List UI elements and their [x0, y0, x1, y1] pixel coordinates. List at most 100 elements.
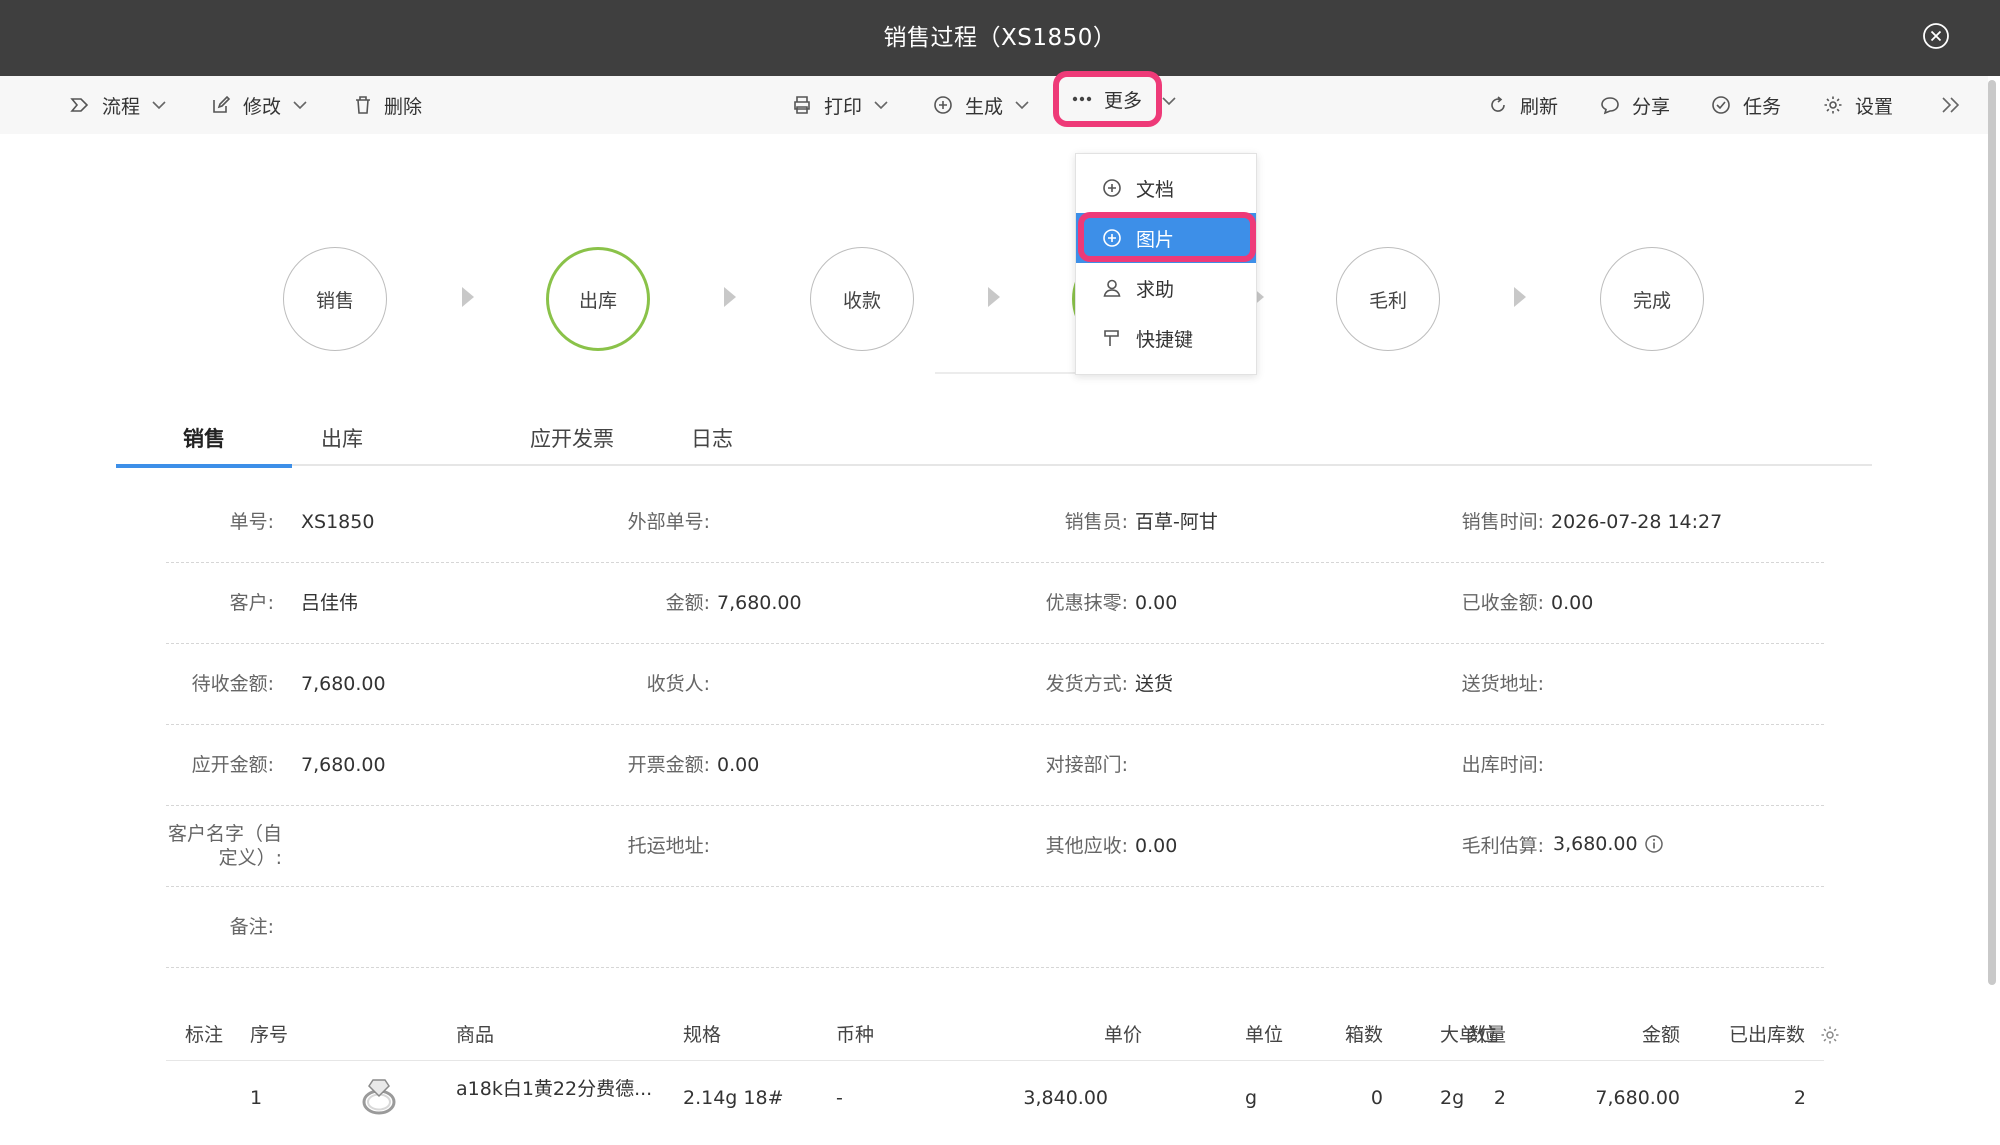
cell-boxes: 0: [1370, 1087, 1383, 1109]
step-sale[interactable]: 销售: [283, 247, 387, 351]
gross-value: 3,680.00: [1553, 833, 1638, 855]
amount-value: 7,680.00: [717, 592, 802, 614]
edit-button[interactable]: 修改: [211, 76, 307, 134]
step-arrow: [724, 287, 736, 307]
delete-label: 删除: [384, 95, 423, 118]
tab-invoice[interactable]: 应开发票: [492, 414, 652, 464]
menu-item-document[interactable]: 文档: [1076, 163, 1256, 213]
expand-button[interactable]: [1940, 76, 1962, 134]
step-gross-profit[interactable]: 毛利: [1336, 247, 1440, 351]
settings-button[interactable]: 设置: [1823, 76, 1893, 134]
step-arrow: [1514, 287, 1526, 307]
delete-button[interactable]: 删除: [354, 76, 422, 134]
menu-item-help[interactable]: 求助: [1076, 263, 1256, 313]
step-label: 销售: [315, 289, 354, 312]
col-big-unit: 大单位: [1440, 1024, 1498, 1046]
flow-icon: [70, 98, 89, 112]
field-label: 对接部门:: [1045, 754, 1128, 776]
close-icon[interactable]: [1922, 22, 1950, 50]
discount-value: 0.00: [1135, 592, 1178, 614]
field-label-line: 客户名字（自: [167, 823, 282, 845]
tab-sale[interactable]: 销售: [116, 414, 292, 468]
cell-price: 3,840.00: [1023, 1087, 1108, 1109]
tab-outbound[interactable]: 出库: [292, 414, 392, 464]
field-label: 托运地址:: [627, 835, 710, 857]
field-label: 开票金额:: [627, 754, 710, 776]
menu-item-shortcuts[interactable]: 快捷键: [1076, 313, 1256, 363]
form-row: 备注:: [166, 887, 1824, 968]
salesperson-value: 百草-阿甘: [1135, 511, 1218, 533]
field-label: 发货方式:: [1045, 673, 1128, 695]
plus-circle-icon: [1103, 229, 1121, 247]
hammer-icon: [1104, 330, 1119, 346]
share-button[interactable]: 分享: [1600, 76, 1670, 134]
edit-icon: [213, 95, 231, 113]
flow-label: 流程: [102, 95, 141, 118]
ring-product-thumbnail[interactable]: [356, 1072, 402, 1118]
cell-unit: g: [1245, 1087, 1258, 1109]
col-seq: 序号: [250, 1024, 289, 1046]
step-payment[interactable]: 收款: [810, 247, 914, 351]
step-arrow: [462, 287, 474, 307]
chevron-down-icon: [874, 101, 888, 110]
generate-button[interactable]: 生成: [933, 76, 1029, 134]
table-row[interactable]: 1 a18k白1黄22分费德... 2.14g 18# - 3,840.00 g…: [166, 1060, 1824, 1145]
invoiced-value: 0.00: [717, 754, 760, 776]
menu-item-label: 文档: [1136, 178, 1175, 201]
col-mark: 标注: [185, 1024, 224, 1046]
vertical-scrollbar[interactable]: [1988, 80, 1996, 985]
field-label: 销售时间:: [1461, 511, 1544, 533]
field-label: 送货地址:: [1461, 673, 1544, 695]
step-arrow: [988, 287, 1000, 307]
divider: [935, 372, 1075, 374]
gear-icon[interactable]: [1820, 1025, 1840, 1045]
flow-button[interactable]: 流程: [70, 76, 166, 134]
chevron-down-icon: [1015, 101, 1029, 110]
col-spec: 规格: [683, 1024, 722, 1046]
more-button[interactable]: 更多: [1053, 71, 1162, 127]
step-outbound[interactable]: 出库: [546, 247, 650, 351]
col-shipped: 已出库数: [1729, 1024, 1806, 1046]
printer-icon: [794, 96, 810, 114]
menu-item-label: 图片: [1136, 228, 1175, 251]
window-title: 销售过程（XS1850）: [883, 25, 1117, 51]
form-row: 单号: XS1850 外部单号: 销售员: 百草-阿甘 销售时间: 2026-0…: [166, 482, 1824, 563]
cell-product[interactable]: a18k白1黄22分费德...: [456, 1060, 652, 1118]
double-chevron-right-icon: [1942, 97, 1960, 113]
chevron-down-icon[interactable]: [1162, 96, 1176, 106]
sale-time-value: 2026-07-28 14:27: [1551, 511, 1723, 533]
menu-item-image[interactable]: 图片: [1076, 213, 1256, 263]
other-recv-value: 0.00: [1135, 835, 1178, 857]
field-label-line: 定义）:: [218, 847, 282, 869]
refresh-button[interactable]: 刷新: [1488, 76, 1558, 134]
print-button[interactable]: 打印: [792, 76, 888, 134]
field-label: 外部单号:: [627, 511, 710, 533]
invoice-due-value: 7,680.00: [301, 754, 386, 776]
field-label: 出库时间:: [1461, 754, 1544, 776]
detail-tabs: 销售 出库 应开发票 日志: [116, 414, 1872, 468]
chat-bubble-icon: [1601, 97, 1619, 115]
chevron-down-icon: [293, 101, 307, 110]
form-row: 应开金额: 7,680.00 开票金额: 0.00 对接部门: 出库时间:: [166, 725, 1824, 806]
field-label: 已收金额:: [1461, 592, 1544, 614]
field-label: 销售员:: [1064, 511, 1128, 533]
col-product: 商品: [456, 1024, 495, 1046]
cell-currency: -: [836, 1087, 843, 1109]
form-row: 客户名字（自 定义）: 托运地址: 其他应收: 0.00 毛利估算: 3,680…: [166, 806, 1824, 887]
field-label: 备注:: [229, 916, 274, 938]
edit-label: 修改: [243, 95, 282, 118]
task-button[interactable]: 任务: [1711, 76, 1781, 134]
info-icon[interactable]: [1644, 834, 1664, 854]
step-complete[interactable]: 完成: [1600, 247, 1704, 351]
field-label: 毛利估算:: [1461, 835, 1544, 857]
pending-value: 7,680.00: [301, 673, 386, 695]
cell-amount: 7,680.00: [1595, 1087, 1680, 1109]
cell-big-unit: 2g: [1440, 1087, 1465, 1109]
col-unit: 单位: [1245, 1024, 1284, 1046]
form-row: 客户: 吕佳伟 金额: 7,680.00 优惠抹零: 0.00 已收金额: 0.…: [166, 563, 1824, 644]
settings-label: 设置: [1855, 95, 1894, 118]
field-label: 应开金额:: [191, 754, 274, 776]
tab-log[interactable]: 日志: [652, 414, 772, 464]
generate-label: 生成: [965, 95, 1004, 118]
field-label: 客户名字（自 定义）:: [166, 822, 282, 870]
